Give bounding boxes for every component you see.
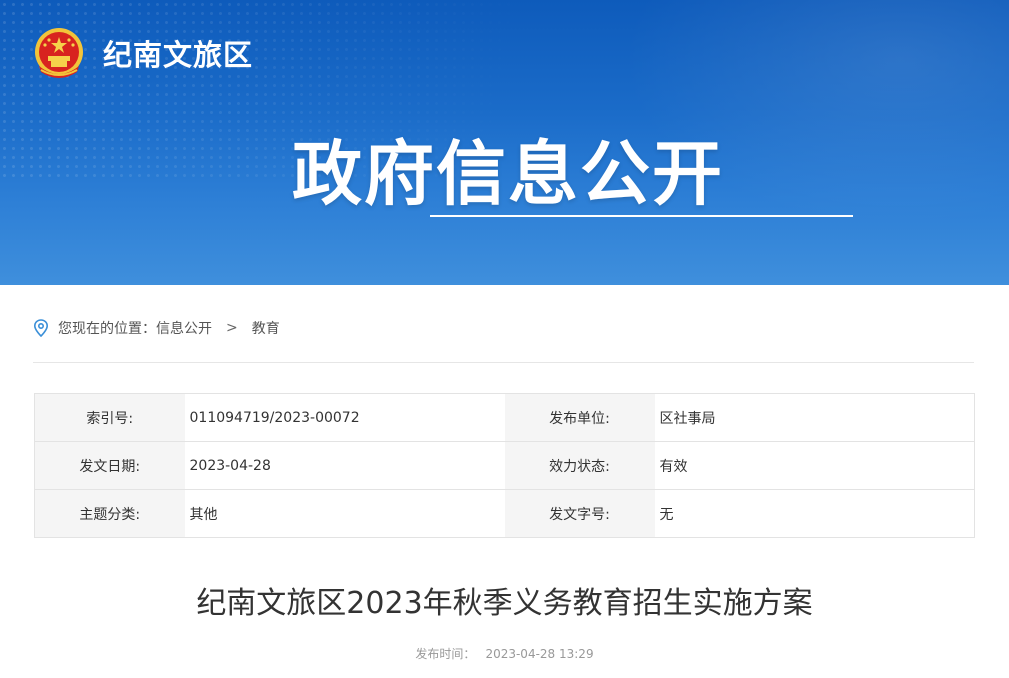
breadcrumb-item-education[interactable]: 教育 — [252, 318, 280, 338]
meta-value-issue-date: 2023-04-28 — [184, 441, 505, 490]
meta-label-index: 索引号: — [34, 393, 185, 442]
location-pin-icon — [33, 319, 49, 337]
table-row: 发文日期: 2023-04-28 效力状态: 有效 — [34, 441, 975, 490]
meta-value-publisher: 区社事局 — [654, 393, 975, 442]
meta-value-validity: 有效 — [654, 441, 975, 490]
header-banner: 纪南文旅区 政府信息公开 — [0, 0, 1009, 285]
meta-label-publisher: 发布单位: — [504, 393, 655, 442]
breadcrumb-separator: > — [226, 320, 238, 336]
meta-label-issue-date: 发文日期: — [34, 441, 185, 490]
table-row: 主题分类: 其他 发文字号: 无 — [34, 489, 975, 538]
banner-title: 政府信息公开 — [292, 133, 724, 215]
document-meta-table: 索引号: 011094719/2023-00072 发布单位: 区社事局 发文日… — [34, 393, 975, 538]
publish-info: 发布时间： 2023-04-28 13:29 — [0, 645, 1009, 662]
breadcrumb-item-info-public[interactable]: 信息公开 — [156, 318, 212, 338]
publish-time-label: 发布时间： — [415, 647, 476, 661]
article-title: 纪南文旅区2023年秋季义务教育招生实施方案 — [196, 586, 813, 621]
meta-label-doc-number: 发文字号: — [504, 489, 655, 538]
meta-value-topic: 其他 — [184, 489, 505, 538]
breadcrumb-prefix: 您现在的位置： — [58, 321, 156, 337]
divider — [33, 362, 974, 363]
meta-value-doc-number: 无 — [654, 489, 975, 538]
meta-label-validity: 效力状态: — [504, 441, 655, 490]
national-emblem-icon[interactable] — [31, 26, 87, 82]
publish-time-value: 2023-04-28 13:29 — [485, 647, 594, 661]
meta-label-topic: 主题分类: — [34, 489, 185, 538]
breadcrumb: 您现在的位置： 信息公开 > 教育 — [33, 316, 280, 340]
table-row: 索引号: 011094719/2023-00072 发布单位: 区社事局 — [34, 393, 975, 442]
meta-value-index: 011094719/2023-00072 — [184, 393, 505, 442]
site-name[interactable]: 纪南文旅区 — [103, 32, 253, 74]
banner-underline — [430, 215, 853, 217]
